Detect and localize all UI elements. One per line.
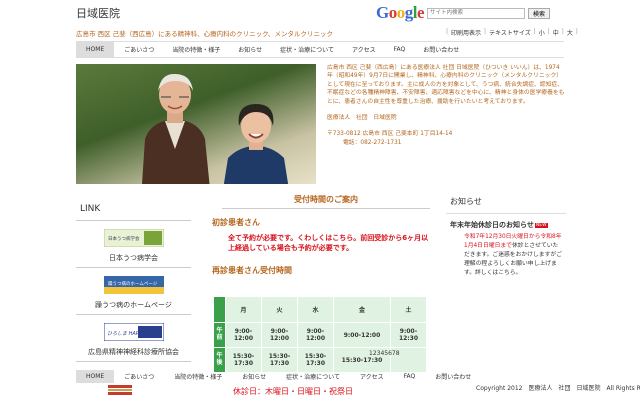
google-search-box: Google 検索	[376, 3, 551, 23]
site-title[interactable]: 日域医院	[76, 5, 120, 21]
nav-symptoms[interactable]: 症状・治療について	[271, 42, 343, 57]
holiday-notice: 休診日：木曜日・日曜日・祝祭日	[233, 387, 353, 396]
depression-society-banner: 日本うつ病学会	[103, 228, 164, 248]
day-header: 金	[333, 296, 391, 323]
day-header: 月	[225, 296, 262, 323]
intro-tel: 電話：082-272-1731	[343, 139, 402, 146]
hours-cell: 9:00-12:00	[297, 322, 334, 348]
svg-text:ひろしま HAPC: ひろしま HAPC	[107, 331, 143, 337]
afternoon-label: 午後	[213, 347, 226, 373]
hours-cell: 15:30-17:30	[297, 347, 334, 373]
link-japan-depression-society[interactable]: 日本うつ病学会 日本うつ病学会	[76, 221, 191, 268]
link-bipolar-homepage[interactable]: 躁うつ病のホームページ 躁うつ病のホームページ	[76, 268, 191, 315]
first-visit-notice[interactable]: 全て予約が必要です。くわしくはこちら。前回受診から6ヶ月以上経過している場合も予…	[228, 233, 434, 253]
print-view-link[interactable]: 印刷用表示	[451, 28, 481, 37]
footer-nav-access[interactable]: アクセス	[350, 370, 394, 383]
intro-address: 〒733-0812 広島市 西区 己斐本町 1丁目14-14	[327, 131, 453, 138]
hours-cell: 9:00-12:30	[390, 322, 427, 348]
text-size-small[interactable]: 小	[539, 28, 545, 37]
intro-corporation: 医療法人 社団 日域医院	[327, 114, 397, 121]
news-sidebar: お知らせ 年末年始休診日のお知らせ NEW 令和7年12月30日火曜日から令和8年…	[446, 190, 566, 278]
news-item-body: 令和7年12月30日火曜日から令和8年1月4日日曜日まで休診とさせていただきます…	[446, 230, 566, 278]
footer-nav-home[interactable]: HOME	[76, 370, 115, 383]
footer-nav-symptoms[interactable]: 症状・治療について	[276, 370, 350, 383]
day-header: 土	[390, 296, 427, 323]
new-badge: NEW	[534, 222, 548, 228]
link-caption: 日本うつ病学会	[109, 254, 158, 262]
footer-nav: HOME ごあいさつ 当院の特徴・様子 お知らせ 症状・治療について アクセス …	[76, 370, 564, 383]
hours-cell: 9:00-12:00	[261, 322, 298, 348]
site-search-input[interactable]	[427, 7, 526, 19]
main-nav: HOME ごあいさつ 当院の特徴・様子 お知らせ 症状・治療について アクセス …	[76, 41, 564, 58]
news-item-title-text[interactable]: 年末年始休診日のお知らせ	[450, 221, 534, 229]
footer-nav-faq[interactable]: FAQ	[394, 370, 426, 383]
revisit-title: 再診患者さん受付時間	[212, 266, 292, 276]
footer-nav-features[interactable]: 当院の特徴・様子	[164, 370, 232, 383]
footer-nav-news[interactable]: お知らせ	[232, 370, 276, 383]
nav-access[interactable]: アクセス	[343, 42, 385, 57]
hours-cell: 15:30-17:30	[225, 347, 262, 373]
bipolar-homepage-banner: 躁うつ病のホームページ	[103, 276, 164, 294]
hero-photo	[76, 64, 316, 184]
tel-overlay-text: 12345678	[369, 350, 400, 357]
schedule-title: 受付時間のご案内	[222, 192, 430, 209]
nav-features[interactable]: 当院の特徴・様子	[163, 42, 229, 57]
elderly-man-figure	[142, 73, 210, 184]
table-row: 午前 9:00-12:00 9:00-12:00 9:00-12:00 9:00…	[213, 322, 427, 348]
schedule-section: 受付時間のご案内 初診患者さん 全て予約が必要です。くわしくはこちら。前回受診か…	[208, 192, 434, 276]
text-size-large[interactable]: 大	[567, 28, 573, 37]
link-caption: 広島県精神神経科診療所協会	[88, 348, 179, 356]
elderly-woman-figure	[223, 104, 289, 184]
reception-hours-table: 月 火 水 金 土 午前 9:00-12:00 9:00-12:00 9:00-…	[213, 296, 427, 373]
morning-label: 午前	[213, 322, 226, 348]
day-header: 火	[261, 296, 298, 323]
nav-greeting[interactable]: ごあいさつ	[114, 42, 163, 57]
footer-nav-contact[interactable]: お問い合わせ	[425, 370, 481, 383]
nav-news[interactable]: お知らせ	[229, 42, 271, 57]
site-tagline: 広島市 西区 己斐（西広島）にある精神科、心療内科のクリニック、メンタルクリニッ…	[76, 30, 334, 38]
nav-contact[interactable]: お問い合わせ	[414, 42, 468, 57]
association-logo-icon	[107, 384, 133, 396]
text-size-medium[interactable]: 中	[553, 28, 559, 37]
hours-cell: 15:30-17:30	[261, 347, 298, 373]
news-item-title[interactable]: 年末年始休診日のお知らせ NEW	[446, 213, 566, 230]
first-visit-title: 初診患者さん	[212, 218, 260, 227]
svg-text:日本うつ病学会: 日本うつ病学会	[108, 235, 140, 242]
nav-faq[interactable]: FAQ	[385, 42, 415, 57]
svg-text:躁うつ病のホームページ: 躁うつ病のホームページ	[108, 280, 158, 287]
text-size-label: テキストサイズ	[489, 30, 531, 37]
utility-links: | 印刷用表示 | テキストサイズ | 小 | 中 | 大 |	[446, 28, 578, 37]
hours-cell: 9:00-12:00	[225, 322, 262, 348]
copyright: Copyright 2012 医療法人 社団 日域医院 All Rights R…	[476, 385, 640, 392]
footer-nav-greeting[interactable]: ごあいさつ	[114, 370, 164, 383]
link-heading: LINK	[76, 192, 191, 221]
day-header: 水	[297, 296, 334, 323]
intro-paragraph: 広島市 西区 己斐（西広島）にある医療法人 社団 日域医院（ひついき いいん）は…	[327, 65, 565, 105]
clinic-introduction: 広島市 西区 己斐（西広島）にある医療法人 社団 日域医院（ひついき いいん）は…	[327, 64, 565, 147]
nav-home[interactable]: HOME	[76, 42, 115, 57]
hapc-banner: ひろしま HAPC	[103, 322, 164, 342]
link-sidebar: LINK 日本うつ病学会 日本うつ病学会 躁うつ病のホームページ 躁うつ病のホー…	[76, 192, 191, 362]
link-caption: 躁うつ病のホームページ	[95, 301, 172, 309]
search-button[interactable]: 検索	[528, 7, 551, 19]
table-corner	[213, 296, 226, 323]
table-header-row: 月 火 水 金 土	[213, 296, 427, 323]
google-logo-icon: Google	[376, 3, 425, 22]
news-heading: お知らせ	[450, 197, 482, 206]
hours-cell: 9:00-12:00	[333, 322, 391, 348]
link-hiroshima-clinic-association[interactable]: ひろしま HAPC 広島県精神神経科診療所協会	[76, 315, 191, 362]
